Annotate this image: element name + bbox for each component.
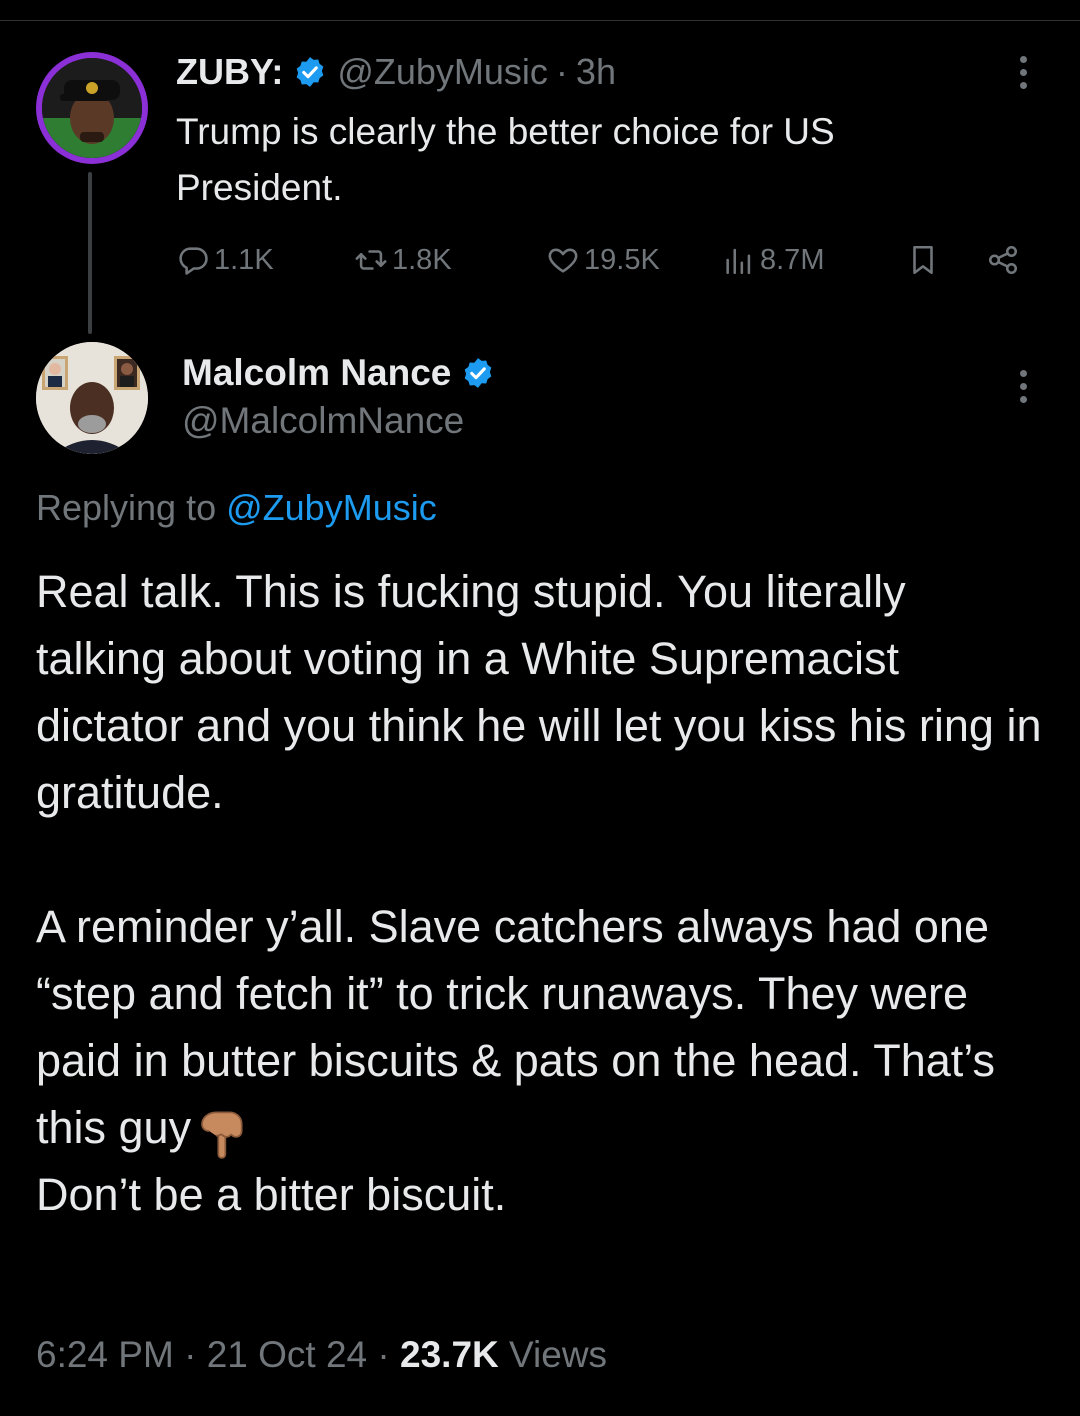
reply-header: Malcolm Nance [182,350,505,396]
separator-dot: · [555,51,568,92]
share-icon [988,245,1018,275]
parent-text-line: President. [176,167,343,208]
parent-time[interactable]: 3h [576,51,616,93]
body-paragraph: Don’t be a bitter biscuit. [36,1169,507,1220]
views-count[interactable]: 23.7K [400,1334,499,1375]
separator-dot: · [377,1334,390,1375]
views-button[interactable]: 8.7M [722,238,824,282]
more-icon[interactable] [1018,56,1028,89]
reply-button[interactable]: 1.1K [176,238,274,282]
replying-to-label: Replying to [36,487,217,528]
reply-handle[interactable]: @MalcolmNance [182,400,464,442]
reply-icon [179,247,208,275]
malcolm-nance-avatar[interactable] [36,342,148,454]
views-icon [726,248,751,275]
parent-handle[interactable]: @ZubyMusic [337,51,548,93]
parent-text-line: Trump is clearly the better choice for U… [176,111,835,152]
reply-count: 1.1K [214,243,274,276]
top-divider [0,20,1080,21]
repost-icon [355,250,387,270]
repost-count: 1.8K [392,243,452,276]
parent-tweet-header: ZUBY: @ZubyMusic · 3h [176,50,616,94]
zuby-avatar[interactable] [36,52,148,164]
pointing-down-emoji-icon [195,1103,251,1159]
reply-meta: 6:24 PM · 21 Oct 24 · 23.7K Views [36,1334,607,1376]
body-paragraph: Real talk. This is fucking stupid. You l… [36,566,1042,818]
replying-to-mention[interactable]: @ZubyMusic [226,487,437,528]
parent-display-name[interactable]: ZUBY: [176,51,283,93]
parent-tweet-text: Trump is clearly the better choice for U… [176,104,996,216]
share-button[interactable] [986,238,1020,282]
body-paragraph: A reminder y’all. Slave catchers always … [36,893,1046,1161]
views-count: 8.7M [760,243,825,276]
body-text: A reminder y’all. Slave catchers always … [36,901,995,1153]
views-label: Views [509,1334,608,1375]
like-count: 19.5K [584,243,660,276]
tweet-date[interactable]: 21 Oct 24 [207,1334,367,1375]
bookmark-button[interactable] [906,238,940,282]
separator-dot: · [184,1334,197,1375]
more-icon[interactable] [1018,370,1028,403]
verified-badge-icon [461,356,495,390]
verified-badge-icon [293,55,327,89]
tweet-time[interactable]: 6:24 PM [36,1334,174,1375]
thread-connector-line [88,172,92,334]
like-icon [548,248,578,273]
reply-tweet-body: Real talk. This is fucking stupid. You l… [36,558,1046,1228]
bookmark-icon [913,245,933,275]
replying-to-line: Replying to @ZubyMusic [36,487,437,529]
parent-action-bar: 1.1K 1.8K 19.5K 8.7M [176,238,1036,282]
repost-button[interactable]: 1.8K [354,238,452,282]
like-button[interactable]: 19.5K [546,238,660,282]
reply-display-name[interactable]: Malcolm Nance [182,352,451,394]
